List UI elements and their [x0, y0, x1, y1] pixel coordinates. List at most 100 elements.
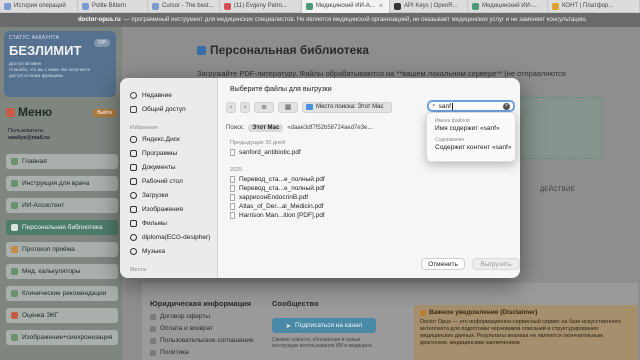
browser-tab[interactable]: История операций	[0, 0, 78, 13]
browser-tab[interactable]: API Keys | OpenR...	[390, 0, 468, 13]
browser-tab[interactable]: Cursor - The best...	[148, 0, 220, 13]
nav-item-image-sync[interactable]: Изображение+синхронизация	[6, 330, 118, 345]
browser-tab[interactable]: Polite Bittern	[78, 0, 148, 13]
clear-search-icon[interactable]: ×	[503, 102, 510, 110]
legal-link[interactable]: Политика	[150, 349, 189, 356]
search-input[interactable]: ⌕ sanf ×	[427, 100, 515, 112]
file-row[interactable]: харрисонEndocrinB.pdf	[230, 193, 430, 202]
document-icon	[150, 313, 156, 320]
upload-button[interactable]: Выгрузить	[472, 258, 520, 270]
sidebar-item-recent[interactable]: Недавние	[130, 92, 172, 99]
scope-this-mac[interactable]: Этот Мас	[248, 124, 284, 132]
sidebar-item-label: Недавние	[142, 92, 172, 99]
file-row[interactable]: Harrison Man...ition [PDF].pdf	[230, 211, 430, 220]
disclaimer: Важное уведомление (Disclaimer) Doctor O…	[414, 305, 638, 360]
plan-badge: VIP	[93, 39, 110, 47]
search-value: sanf	[438, 102, 451, 110]
folder-icon	[306, 104, 313, 110]
cloud-icon	[130, 136, 137, 143]
search-icon: ⌕	[432, 102, 436, 109]
disclaimer-title-text: Важное уведомление (Disclaimer)	[429, 309, 538, 316]
calculator-icon	[11, 268, 18, 275]
nav-item-label: Изображение+синхронизация	[22, 334, 113, 341]
sidebar-item-downloads[interactable]: Загрузки	[130, 192, 168, 199]
suggestion-content[interactable]: Содержит контент «sanf»	[427, 143, 515, 152]
tab-favicon-icon	[224, 2, 231, 10]
tab-favicon-icon	[152, 2, 159, 10]
legal-link[interactable]: Договор оферты	[150, 313, 210, 320]
file-row[interactable]: sanford_antibiotic.pdf	[230, 148, 430, 157]
suggestion-filename[interactable]: Имя содержит «sanf»	[427, 124, 515, 133]
sidebar-item-apps[interactable]: Программы	[130, 150, 177, 157]
nav-item-protocol[interactable]: Протокол приёма	[6, 242, 118, 257]
legal-link-label: Договор оферты	[160, 313, 211, 320]
browser-tab[interactable]: Медицинский ИИ-...	[468, 0, 548, 13]
nav-item-label: Главная	[22, 158, 47, 165]
nav-item-guidelines[interactable]: Клинические рекомендации	[6, 286, 118, 301]
subscribe-label: Подписаться на канал	[295, 322, 363, 329]
subscribe-button[interactable]: ➤ Подписаться на канал	[272, 318, 376, 333]
legal-link[interactable]: Пользовательское соглашение	[150, 337, 254, 344]
pdf-file-icon	[230, 149, 235, 156]
browser-tab[interactable]: КОНТ | Платфор...	[548, 0, 640, 13]
image-icon	[11, 334, 18, 341]
sidebar-item-documents[interactable]: Документы	[130, 164, 176, 171]
sidebar-item-music[interactable]: Музыка	[130, 248, 165, 255]
sidebar-item-movies[interactable]: Фильмы	[130, 220, 167, 227]
file-list: Предыдущие 30 дней sanford_antibiotic.pd…	[230, 136, 430, 220]
file-row[interactable]: Atlas_of_Der...al_Medicin.pdf	[230, 202, 430, 211]
nav-item-library[interactable]: Персональная библиотека	[6, 220, 118, 235]
forward-button[interactable]: ›	[240, 101, 250, 113]
file-row[interactable]: Перевод_ста...е_полный.pdf	[230, 175, 430, 184]
community-news: Свежие новости, обновления и новые инстр…	[272, 337, 373, 349]
robot-icon	[11, 202, 18, 209]
search-scope: Поиск: Этот Мас «daae3df7f52b58724aed7e3…	[226, 124, 372, 132]
tab-favicon-icon	[472, 2, 479, 10]
tab-favicon-icon	[306, 2, 313, 10]
cancel-button[interactable]: Отменить	[421, 258, 465, 270]
upload-dropzone[interactable]	[518, 97, 602, 159]
user-info: Пользователь vasilys@mail.ru	[8, 128, 50, 142]
sidebar-item-shared[interactable]: Общий доступ	[130, 106, 186, 113]
agreement-icon	[150, 337, 156, 344]
file-name: харрисонEndocrinB.pdf	[239, 194, 309, 201]
payment-icon	[150, 325, 156, 332]
nav-item-ai-assistant[interactable]: ИИ-Ассистент	[6, 198, 118, 213]
file-row[interactable]: Перевод_ста...е_полный.pdf	[230, 184, 430, 193]
sidebar-item-diploma[interactable]: diploma(ECG-desipher)	[130, 234, 210, 241]
view-mode-button[interactable]: ≣	[254, 101, 274, 113]
scope-path[interactable]: «daae3df7f52b58724aed7e3e...	[287, 125, 372, 131]
group-mode-button[interactable]: ▦	[278, 101, 298, 113]
pdf-file-icon	[230, 176, 235, 183]
legal-link[interactable]: Оплата и возврат	[150, 325, 213, 332]
tab-label: API Keys | OpenR...	[404, 3, 458, 9]
sidebar-item-images[interactable]: Изображения	[130, 206, 183, 213]
sidebar-item-desktop[interactable]: Рабочий стол	[130, 178, 183, 185]
nav-item-ecg[interactable]: Оценка ЭКГ	[6, 308, 118, 323]
desktop-icon	[130, 178, 137, 185]
nav-item-calculators[interactable]: Мед. калькуляторы	[6, 264, 118, 279]
location-select[interactable]: Место поиска: Этот Мас	[302, 101, 392, 113]
tab-label: Медицинский ИИ-А...	[316, 3, 375, 9]
scope-label: Поиск:	[226, 125, 245, 131]
tab-label: Медицинский ИИ-...	[482, 3, 537, 9]
sidebar-item-label: Рабочий стол	[142, 178, 183, 185]
pdf-file-icon	[230, 203, 235, 210]
doc-icon	[130, 164, 137, 171]
nav-item-instructions[interactable]: Инструкция для врача	[6, 176, 118, 191]
logout-button[interactable]: Выйти	[93, 109, 116, 117]
nav-item-home[interactable]: Главная	[6, 154, 118, 169]
sidebar-item-label: Яндекс.Диск	[142, 136, 180, 143]
tab-close-icon[interactable]: ×	[379, 3, 383, 10]
back-button[interactable]: ‹	[226, 101, 236, 113]
browser-tab-active[interactable]: Медицинский ИИ-А... ×	[302, 0, 390, 13]
tab-favicon-icon	[82, 2, 89, 10]
legal-link-label: Политика	[160, 349, 189, 356]
folder-icon	[130, 234, 137, 241]
sidebar-item-yandex-disk[interactable]: Яндекс.Диск	[130, 136, 180, 143]
nav-item-label: Инструкция для врача	[22, 180, 90, 187]
browser-tab[interactable]: (11) Evgeny Petro...	[220, 0, 302, 13]
site-banner-text: — программный инструмент для медицинских…	[123, 17, 588, 23]
file-name: sanford_antibiotic.pdf	[239, 149, 301, 156]
tab-favicon-icon	[552, 2, 559, 10]
